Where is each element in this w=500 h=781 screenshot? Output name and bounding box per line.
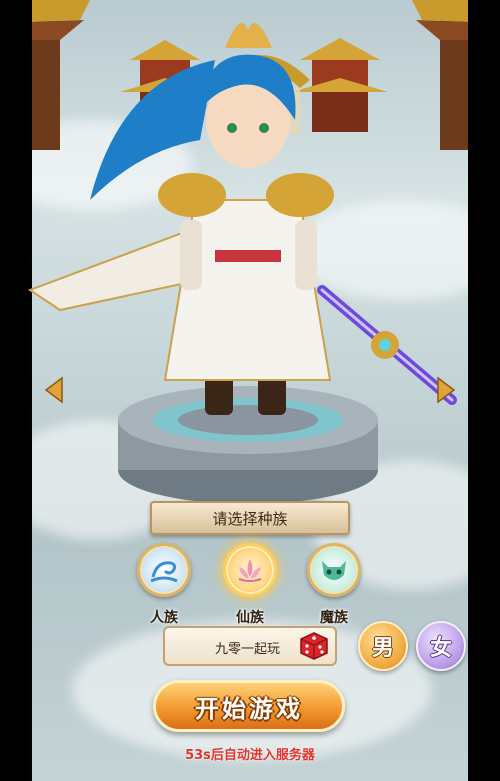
arrow-right-icon[interactable] [436, 376, 458, 404]
race-select-title-text: 请选择种族 [212, 509, 288, 528]
dice-icon[interactable] [297, 629, 331, 663]
stone-pedestal [118, 386, 378, 504]
gender-female-button[interactable]: 女 [416, 621, 466, 671]
hero-character [27, 23, 334, 415]
race-option-human[interactable]: 人族 [136, 543, 192, 627]
race-select-title: 请选择种族 [150, 501, 350, 535]
race-label: 人族 [150, 610, 178, 626]
race-disc [137, 543, 191, 597]
gender-male-label: 男 [371, 635, 394, 661]
race-option-immortal[interactable]: 仙族 [222, 543, 278, 627]
lotus-icon [238, 559, 262, 582]
auto-enter-countdown: 53s后自动进入服务器 [185, 748, 315, 763]
character-name-value: 九零一起玩 [215, 642, 281, 657]
race-label: 仙族 [236, 610, 264, 626]
race-label: 魔族 [320, 610, 348, 626]
gender-female-label: 女 [429, 635, 452, 661]
demon-mask-icon [322, 561, 346, 580]
glowing-sword [317, 285, 457, 405]
right-temple-eave [412, 0, 468, 150]
race-disc [307, 543, 361, 597]
arrow-left-icon[interactable] [42, 376, 64, 404]
gender-male-button[interactable]: 男 [358, 621, 408, 671]
start-game-label: 开始游戏 [195, 693, 303, 723]
swirl-wave-icon [150, 561, 178, 583]
race-option-demon[interactable]: 魔族 [306, 543, 362, 627]
race-disc-selected [223, 543, 277, 597]
character-name-field[interactable]: 九零一起玩 [163, 626, 337, 666]
left-temple-eave [32, 0, 90, 150]
start-game-button[interactable]: 开始游戏 [153, 680, 345, 732]
